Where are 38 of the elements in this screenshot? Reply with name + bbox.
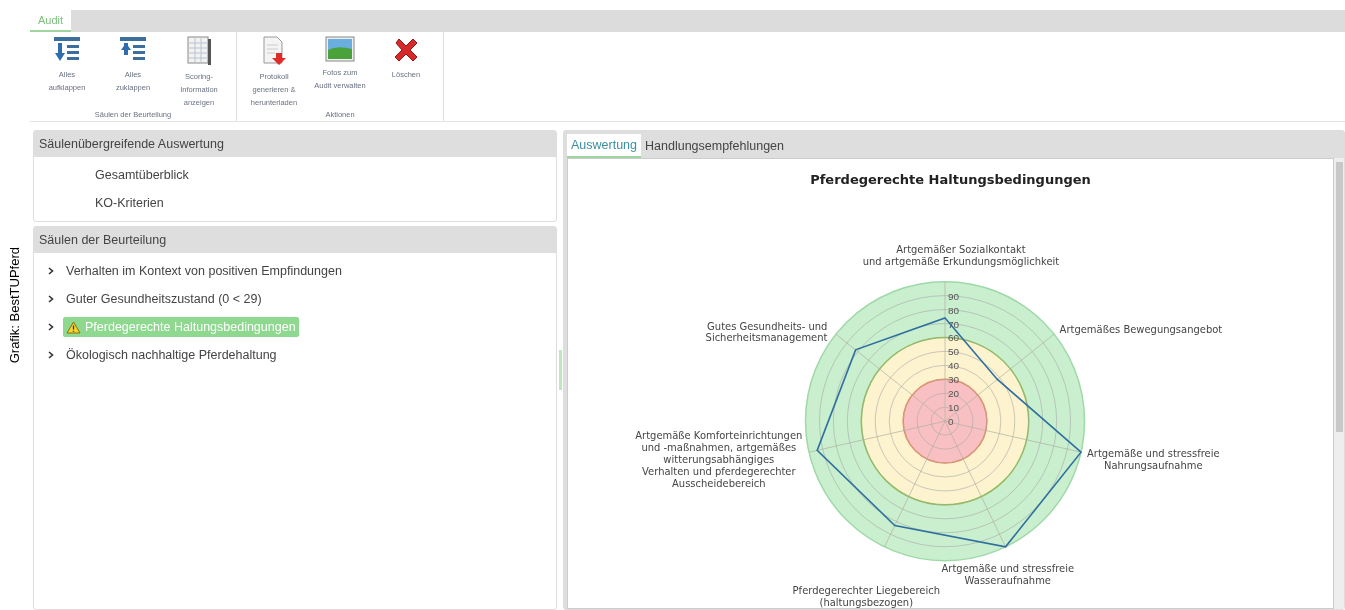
axis-label: Artgemäße und stressfreie Nahrungsaufnahme	[1086, 447, 1220, 471]
tick-label: 80	[947, 304, 959, 316]
tick-label: 30	[947, 373, 959, 385]
tick-label: 10	[947, 401, 959, 413]
splitter-handle[interactable]	[558, 350, 562, 390]
axis-label: Pferdegerechter Liegebereich (haltungsbezogen)	[792, 584, 940, 607]
tree-item[interactable]: Verhalten im Kontext von positiven Empfindungen	[63, 261, 345, 281]
tree-item[interactable]: Gesamtüberblick	[92, 165, 192, 185]
chevron-icon[interactable]	[48, 295, 54, 303]
chart-title: Pferdegerechte Haltungsbedingungen	[810, 171, 1091, 189]
chevron-icon[interactable]	[48, 267, 54, 275]
tree-item[interactable]: Ökologisch nachhaltige Pferdehaltung	[63, 345, 280, 365]
axis-label: Artgemäßes Bewegungsangebot	[1059, 324, 1222, 335]
axis-label: Artgemäße Komforteinrichtungen und -maßnahmen, artgemäßes witterungsabhängiges Verhalten und pferdegerechter Ausscheidebereich	[634, 429, 802, 489]
tick-label: 0	[947, 415, 954, 427]
tick-label: 40	[947, 359, 959, 371]
landscape-photo-icon	[325, 36, 355, 62]
tick-label: 60	[947, 331, 959, 343]
document-download-icon	[261, 36, 287, 66]
spreadsheet-icon	[186, 36, 212, 66]
delete-icon	[392, 36, 420, 64]
axis-label: Gutes Gesundheits- und Sicherheitsmanagement	[705, 320, 827, 343]
tick-label: 20	[947, 387, 959, 399]
warning-icon	[66, 320, 81, 334]
panel-header[interactable]: Säulen der Beurteilung	[34, 227, 556, 253]
chevron-icon[interactable]	[48, 351, 54, 359]
tree-item[interactable]: Guter Gesundheitszustand (0 < 29)	[63, 289, 265, 309]
content-tab[interactable]: Handlungsempfehlungen	[641, 134, 788, 158]
scrollbar[interactable]	[1334, 158, 1344, 609]
tree-item[interactable]: KO-Kriterien	[92, 193, 167, 213]
image-credit: Grafik: BestTUPferd	[6, 246, 24, 364]
content-tab[interactable]: Auswertung	[567, 134, 641, 158]
tick-label: 90	[947, 290, 959, 302]
axis-label: Artgemäßer Sozialkontakt und artgemäße Erkundungsmöglichkeit	[862, 243, 1059, 267]
axis-label: Artgemäße und stressfreie Wasseraufnahme	[941, 562, 1074, 586]
tick-label: 50	[947, 345, 959, 357]
panel-header[interactable]: Säulenübergreifende Auswertung	[34, 131, 556, 157]
chevron-icon[interactable]	[48, 323, 54, 331]
